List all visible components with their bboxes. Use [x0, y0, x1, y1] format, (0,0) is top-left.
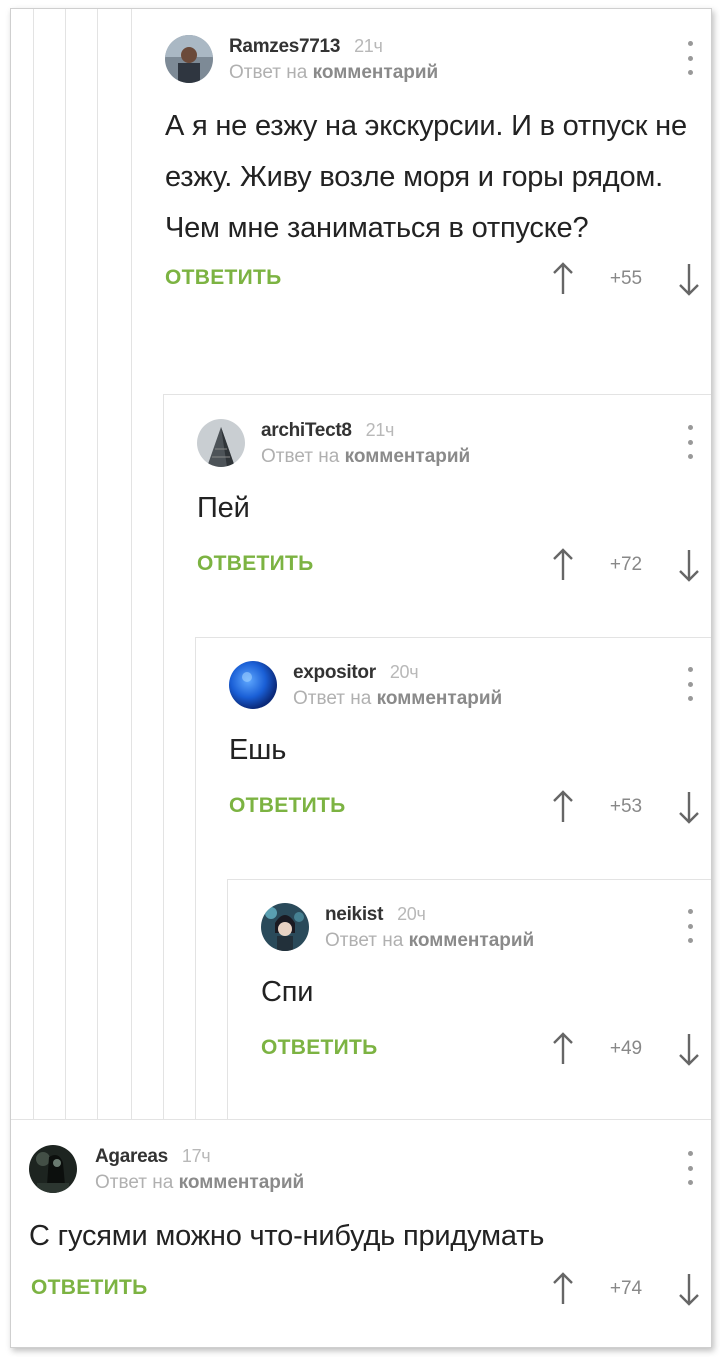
comment-actions: ОТВЕТИТЬ +49: [227, 1030, 711, 1080]
comment-text: Спи: [261, 976, 314, 1008]
upvote-arrow-icon[interactable]: [551, 548, 575, 582]
comment-score: +55: [609, 268, 643, 289]
reply-button[interactable]: ОТВЕТИТЬ: [197, 552, 314, 576]
comment: Ramzes7713 21ч Ответ на комментарий А я н…: [131, 31, 711, 391]
comment-actions: ОТВЕТИТЬ +55: [131, 260, 711, 310]
reply-info: Ответ на комментарий: [229, 62, 439, 83]
more-options-icon[interactable]: [687, 909, 693, 943]
anime-character-avatar[interactable]: [261, 903, 309, 951]
more-options-icon[interactable]: [687, 425, 693, 459]
upvote-arrow-icon[interactable]: [551, 262, 575, 296]
upvote-arrow-icon[interactable]: [551, 790, 575, 824]
comment-header: expositor 20ч Ответ на комментарий: [195, 657, 711, 717]
comment: expositor 20ч Ответ на комментарий Ешь ОТ…: [195, 657, 711, 877]
comment-time: 17ч: [181, 1146, 211, 1166]
vote-controls: +53: [551, 788, 701, 828]
reply-target-link[interactable]: комментарий: [313, 62, 439, 83]
reply-target-link[interactable]: комментарий: [409, 930, 535, 951]
vote-controls: +74: [551, 1270, 701, 1310]
comment-text: Ешь: [229, 734, 287, 766]
downvote-arrow-icon[interactable]: [677, 1272, 701, 1306]
comment-header: Ramzes7713 21ч Ответ на комментарий: [131, 31, 711, 91]
thread-divider: [163, 394, 711, 395]
vote-controls: +49: [551, 1030, 701, 1070]
comment-time: 21ч: [354, 36, 383, 56]
reply-button[interactable]: ОТВЕТИТЬ: [261, 1036, 378, 1060]
thread-divider: [227, 879, 711, 880]
downvote-arrow-icon[interactable]: [677, 1032, 701, 1066]
reply-info: Ответ на комментарий: [261, 446, 471, 467]
reply-target-link[interactable]: комментарий: [179, 1172, 305, 1193]
thread-line: [33, 9, 34, 1119]
upvote-arrow-icon[interactable]: [551, 1272, 575, 1306]
reply-info: Ответ на комментарий: [95, 1172, 305, 1193]
author-name[interactable]: neikist 20ч: [325, 904, 426, 926]
author-name[interactable]: archiTect8 21ч: [261, 420, 394, 442]
author-name[interactable]: expositor 20ч: [293, 662, 419, 684]
comment-time: 21ч: [365, 420, 395, 440]
comment-time: 20ч: [397, 904, 426, 924]
thread-line: [65, 9, 66, 1119]
more-options-icon[interactable]: [687, 41, 693, 75]
downvote-arrow-icon[interactable]: [677, 790, 701, 824]
comments-thread: Ramzes7713 21ч Ответ на комментарий А я н…: [10, 8, 712, 1348]
comment-header: neikist 20ч Ответ на комментарий: [227, 899, 711, 959]
comment-score: +49: [609, 1038, 643, 1059]
more-options-icon[interactable]: [687, 667, 693, 701]
reply-button[interactable]: ОТВЕТИТЬ: [229, 794, 346, 818]
comment-header: Agareas 17ч Ответ на комментарий: [11, 1141, 711, 1201]
upvote-arrow-icon[interactable]: [551, 1032, 575, 1066]
reply-target-link[interactable]: комментарий: [377, 688, 503, 709]
vote-controls: +72: [551, 546, 701, 586]
comment: Agareas 17ч Ответ на комментарий С гусями…: [11, 1141, 711, 1347]
comment-time: 20ч: [389, 662, 419, 682]
comment-header: archiTect8 21ч Ответ на комментарий: [163, 415, 711, 475]
comment-actions: ОТВЕТИТЬ +53: [195, 788, 711, 838]
downvote-arrow-icon[interactable]: [677, 262, 701, 296]
user-photo-avatar[interactable]: [165, 35, 213, 83]
reply-target-link[interactable]: комментарий: [345, 446, 471, 467]
thread-divider: [195, 637, 711, 638]
reply-button[interactable]: ОТВЕТИТЬ: [31, 1276, 148, 1300]
vote-controls: +55: [551, 260, 701, 300]
thread-divider: [11, 1119, 711, 1120]
comment-score: +72: [609, 554, 643, 575]
dark-figure-avatar[interactable]: [29, 1145, 77, 1193]
comment-text: Пей: [197, 492, 250, 524]
blue-planet-avatar[interactable]: [229, 661, 277, 709]
reply-info: Ответ на комментарий: [293, 688, 503, 709]
reply-info: Ответ на комментарий: [325, 930, 535, 951]
author-name[interactable]: Agareas 17ч: [95, 1146, 211, 1168]
downvote-arrow-icon[interactable]: [677, 548, 701, 582]
comment: archiTect8 21ч Ответ на комментарий Пей О…: [163, 415, 711, 635]
more-options-icon[interactable]: [687, 1151, 693, 1185]
comment-score: +53: [609, 796, 643, 817]
author-name[interactable]: Ramzes7713 21ч: [229, 36, 383, 58]
comment-actions: ОТВЕТИТЬ +72: [163, 546, 711, 596]
comment: neikist 20ч Ответ на комментарий Спи ОТВЕ…: [227, 899, 711, 1117]
comment-score: +74: [609, 1278, 643, 1299]
reply-button[interactable]: ОТВЕТИТЬ: [165, 266, 282, 290]
skyscraper-avatar[interactable]: [197, 419, 245, 467]
comment-text: А я не езжу на экскурсии. И в отпуск не …: [165, 110, 687, 244]
comment-text: С гусями можно что-нибудь придумать: [29, 1220, 545, 1252]
thread-line: [97, 9, 98, 1119]
comment-actions: ОТВЕТИТЬ +74: [11, 1270, 711, 1320]
